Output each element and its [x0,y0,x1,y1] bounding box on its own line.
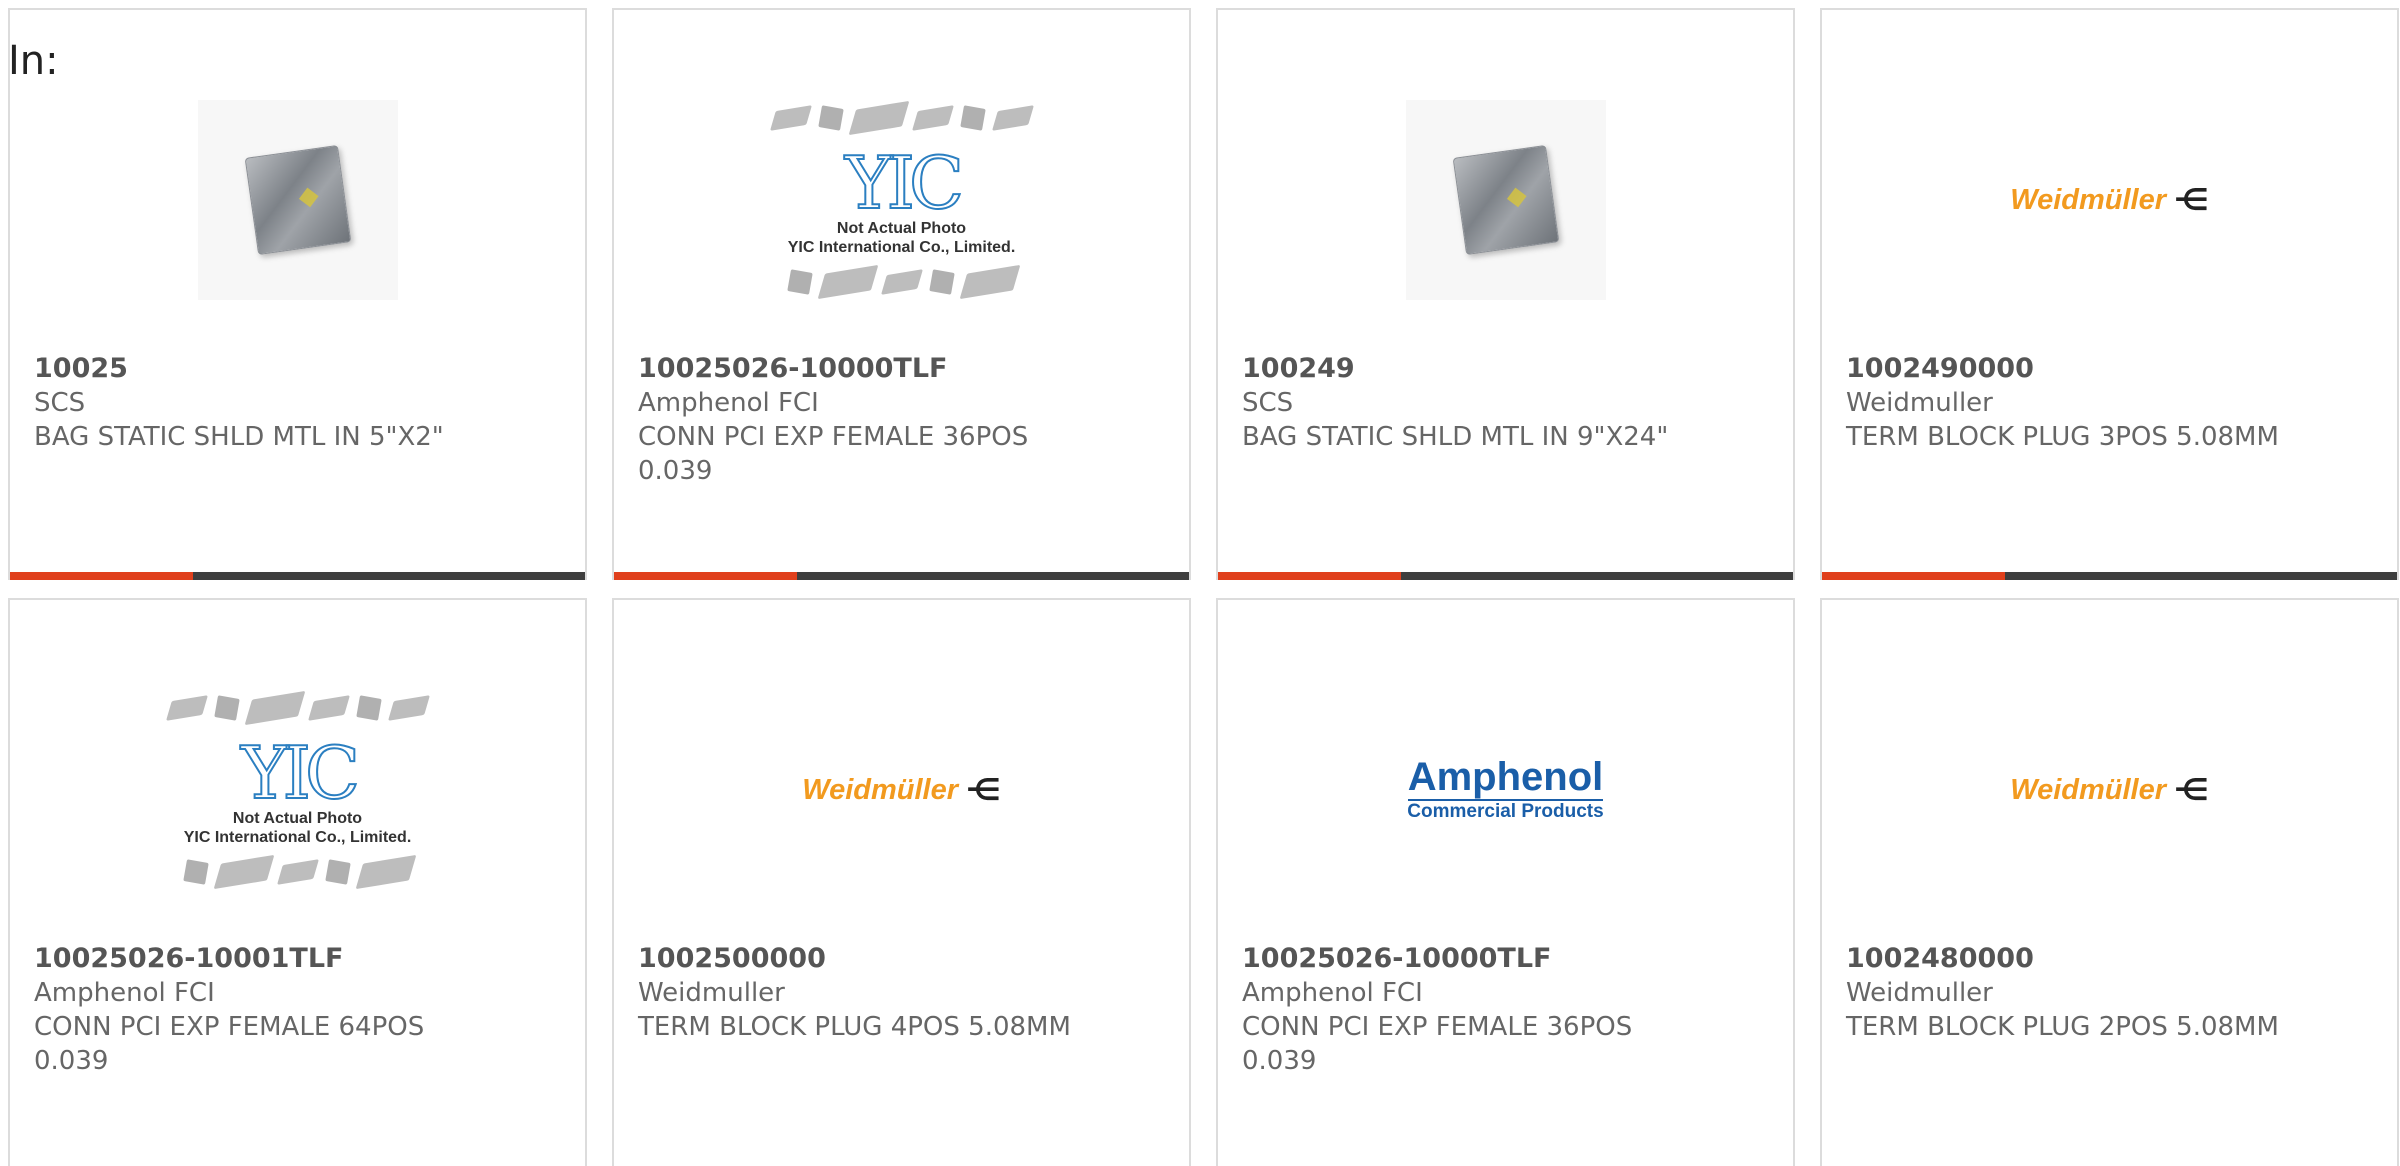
product-info: 1002480000 Weidmuller TERM BLOCK PLUG 2POS… [1846,942,2381,1044]
chips-icon [165,683,430,733]
placeholder-image: YIC Not Actual Photo YIC International Co.… [163,683,433,897]
weidmuller-mark-icon: ⋲ [2174,772,2209,808]
part-number[interactable]: 1002500000 [638,942,1173,976]
product-image[interactable]: Amphenol Commercial Products [1218,640,1793,940]
amphenol-logo: Amphenol Commercial Products [1407,757,1603,823]
placeholder-note-line1: Not Actual Photo [836,220,967,237]
product-image[interactable]: Weidmüller ⋲ [1822,640,2397,940]
card-accent-bar-fill [1822,572,2005,580]
weidmuller-mark-icon: ⋲ [966,772,1001,808]
part-number[interactable]: 10025026-10001TLF [34,942,569,976]
manufacturer: Amphenol FCI [34,978,215,1008]
manufacturer: SCS [34,388,86,418]
description: BAG STATIC SHLD MTL IN 9"X24" [1242,422,1669,452]
weidmuller-mark-icon: ⋲ [2174,182,2209,218]
chips-icon [182,847,416,897]
weidmuller-logo: Weidmüller ⋲ [2010,773,2209,808]
product-info: 100249 SCS BAG STATIC SHLD MTL IN 9"X24" [1242,352,1777,454]
manufacturer: Amphenol FCI [1242,978,1423,1008]
product-info: 10025026-10000TLF Amphenol FCI CONN PCI EX… [638,352,1173,488]
static-bag-icon [1452,144,1559,256]
manufacturer: Weidmuller [638,978,785,1008]
product-info: 1002490000 Weidmuller TERM BLOCK PLUG 3POS… [1846,352,2381,454]
card-accent-bar-fill [10,572,193,580]
static-bag-image [197,100,398,300]
card-accent-bar-fill [614,572,797,580]
card-accent-bar [10,572,585,580]
part-number[interactable]: 100249 [1242,352,1777,386]
part-number[interactable]: 10025026-10000TLF [638,352,1173,386]
product-info: 10025026-10001TLF Amphenol FCI CONN PCI EX… [34,942,569,1078]
description: TERM BLOCK PLUG 3POS 5.08MM [1846,422,2279,452]
part-number[interactable]: 10025026-10000TLF [1242,942,1777,976]
description: CONN PCI EXP FEMALE 36POS 0.039 [638,422,1029,486]
weidmuller-logo: Weidmüller ⋲ [802,773,1001,808]
placeholder-note-line2: YIC International Co., Limited. [787,239,1016,256]
manufacturer: SCS [1242,388,1294,418]
manufacturer: Weidmuller [1846,388,1993,418]
placeholder-note-line2: YIC International Co., Limited. [183,829,412,846]
product-info: 10025026-10000TLF Amphenol FCI CONN PCI EX… [1242,942,1777,1078]
product-card[interactable]: 100249 SCS BAG STATIC SHLD MTL IN 9"X24" [1216,8,1795,580]
placeholder-image: YIC Not Actual Photo YIC International Co.… [767,93,1037,307]
amphenol-subtitle: Commercial Products [1407,801,1604,822]
product-card[interactable]: Amphenol Commercial Products 10025026-1000… [1216,598,1795,1166]
product-card[interactable]: Weidmüller ⋲ 1002490000 Weidmuller TERM BLOC… [1820,8,2399,580]
manufacturer: Weidmuller [1846,978,1993,1008]
card-accent-bar [614,572,1189,580]
description: CONN PCI EXP FEMALE 36POS 0.039 [1242,1012,1633,1076]
product-image[interactable]: Weidmüller ⋲ [614,640,1189,940]
product-card[interactable]: YIC Not Actual Photo YIC International Co.… [612,8,1191,580]
description: BAG STATIC SHLD MTL IN 5"X2" [34,422,444,452]
chips-icon [769,93,1034,143]
part-number[interactable]: 1002490000 [1846,352,2381,386]
manufacturer: Amphenol FCI [638,388,819,418]
product-image[interactable] [10,50,585,350]
static-bag-image [1405,100,1606,300]
filter-label: In: [8,38,59,84]
part-number[interactable]: 1002480000 [1846,942,2381,976]
product-image[interactable]: Weidmüller ⋲ [1822,50,2397,350]
product-card[interactable]: YIC Not Actual Photo YIC International Co.… [8,598,587,1166]
static-bag-icon [244,144,351,256]
description: TERM BLOCK PLUG 4POS 5.08MM [638,1012,1071,1042]
product-card[interactable]: Weidmüller ⋲ 1002500000 Weidmuller TERM BLOC… [612,598,1191,1166]
product-card[interactable]: Weidmüller ⋲ 1002480000 Weidmuller TERM BLOC… [1820,598,2399,1166]
part-number[interactable]: 10025 [34,352,569,386]
product-image[interactable]: YIC Not Actual Photo YIC International Co.… [614,50,1189,350]
yic-logo: YIC [844,141,965,225]
card-accent-bar [1218,572,1793,580]
description: CONN PCI EXP FEMALE 64POS 0.039 [34,1012,425,1076]
chips-icon [786,257,1020,307]
weidmuller-wordmark: Weidmüller [2010,773,2167,806]
card-accent-bar [1822,572,2397,580]
product-info: 10025 SCS BAG STATIC SHLD MTL IN 5"X2" [34,352,569,454]
product-image[interactable] [1218,50,1793,350]
weidmuller-logo: Weidmüller ⋲ [2010,183,2209,218]
product-image[interactable]: YIC Not Actual Photo YIC International Co.… [10,640,585,940]
product-card[interactable]: 10025 SCS BAG STATIC SHLD MTL IN 5"X2" [8,8,587,580]
weidmuller-wordmark: Weidmüller [802,773,959,806]
product-info: 1002500000 Weidmuller TERM BLOCK PLUG 4POS… [638,942,1173,1044]
weidmuller-wordmark: Weidmüller [2010,183,2167,216]
yic-logo: YIC [240,731,361,815]
description: TERM BLOCK PLUG 2POS 5.08MM [1846,1012,2279,1042]
amphenol-wordmark: Amphenol [1407,755,1604,801]
placeholder-note-line1: Not Actual Photo [232,810,363,827]
card-accent-bar-fill [1218,572,1401,580]
